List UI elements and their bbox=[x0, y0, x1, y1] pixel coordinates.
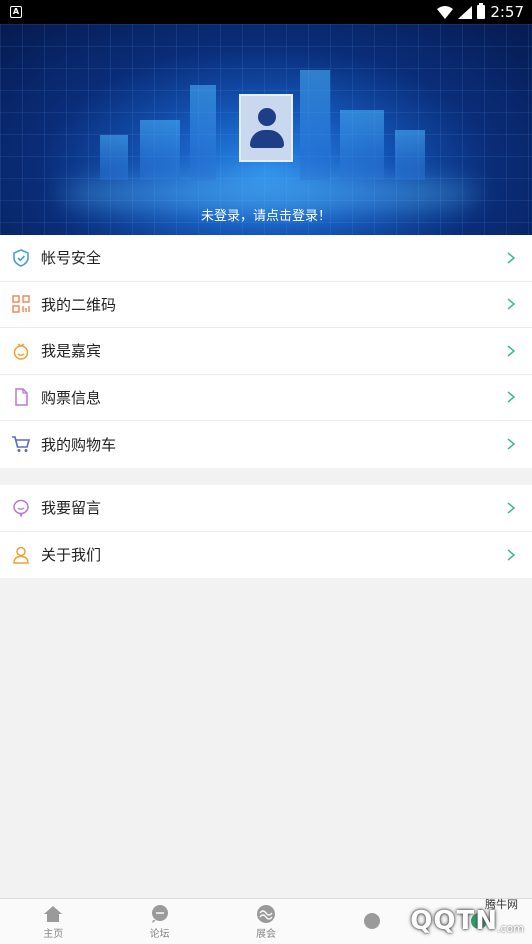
cart-icon bbox=[12, 436, 31, 453]
watermark: 腾牛网 QQTN .com bbox=[338, 892, 528, 944]
building-graphic bbox=[140, 120, 180, 180]
nav-expo[interactable]: 展会 bbox=[213, 899, 319, 944]
ticket-icon bbox=[15, 388, 28, 406]
menu-item-label: 我的购物车 bbox=[41, 435, 117, 454]
qrcode-icon bbox=[12, 295, 30, 313]
chevron-right-icon bbox=[507, 438, 516, 450]
wifi-icon bbox=[437, 5, 454, 19]
chevron-right-icon bbox=[507, 252, 516, 264]
avatar-head bbox=[258, 108, 276, 126]
chevron-right-icon bbox=[507, 298, 516, 310]
menu-item-label: 我是嘉宾 bbox=[41, 342, 102, 361]
chevron-right-icon bbox=[507, 391, 516, 403]
expo-icon bbox=[257, 904, 276, 923]
nav-home[interactable]: 主页 bbox=[0, 899, 106, 944]
watermark-domain: .com bbox=[497, 922, 524, 935]
menu-item-message[interactable]: 我要留言 bbox=[0, 485, 532, 532]
menu-item-label: 帐号安全 bbox=[41, 249, 102, 268]
building-graphic bbox=[395, 130, 425, 180]
building-graphic bbox=[300, 70, 330, 180]
menu-item-label: 购票信息 bbox=[41, 388, 102, 407]
building-graphic bbox=[340, 110, 384, 180]
home-icon bbox=[44, 905, 63, 922]
login-prompt[interactable]: 未登录，请点击登录！ bbox=[0, 205, 532, 224]
menu-item-ticket[interactable]: 购票信息 bbox=[0, 375, 532, 421]
shield-icon bbox=[13, 248, 29, 267]
menu-item-about[interactable]: 关于我们 bbox=[0, 532, 532, 579]
watermark-logo-text: QQTN bbox=[410, 906, 498, 936]
menu-group-account: 帐号安全 我的二维码 我是嘉宾 购票信息 我的购物车 bbox=[0, 235, 532, 468]
chevron-right-icon bbox=[507, 345, 516, 357]
clock: 2:57 bbox=[490, 3, 524, 21]
menu-group-other: 我要留言 关于我们 bbox=[0, 485, 532, 578]
chevron-right-icon bbox=[507, 502, 516, 514]
status-bar: A 2:57 bbox=[0, 0, 532, 24]
building-graphic bbox=[190, 85, 216, 180]
menu-item-guest[interactable]: 我是嘉宾 bbox=[0, 328, 532, 375]
chevron-right-icon bbox=[507, 549, 516, 561]
nav-label: 展会 bbox=[256, 928, 277, 940]
guest-icon bbox=[13, 343, 29, 360]
message-icon bbox=[13, 499, 29, 518]
menu-item-qrcode[interactable]: 我的二维码 bbox=[0, 282, 532, 328]
signal-icon bbox=[458, 5, 473, 19]
avatar-body bbox=[250, 130, 284, 148]
menu-item-account-security[interactable]: 帐号安全 bbox=[0, 235, 532, 282]
sim-icon: A bbox=[10, 6, 22, 18]
avatar[interactable] bbox=[239, 94, 293, 162]
forum-icon bbox=[151, 904, 168, 923]
menu-item-cart[interactable]: 我的购物车 bbox=[0, 421, 532, 468]
about-icon bbox=[13, 546, 29, 564]
profile-header[interactable]: 未登录，请点击登录！ bbox=[0, 24, 532, 235]
nav-label: 论坛 bbox=[149, 928, 170, 940]
menu-item-label: 我的二维码 bbox=[41, 295, 117, 314]
menu-item-label: 关于我们 bbox=[41, 546, 102, 565]
building-graphic bbox=[100, 135, 128, 180]
menu-item-label: 我要留言 bbox=[41, 499, 102, 518]
nav-forum[interactable]: 论坛 bbox=[106, 899, 212, 944]
nav-label: 主页 bbox=[43, 928, 64, 940]
battery-icon bbox=[477, 3, 486, 19]
